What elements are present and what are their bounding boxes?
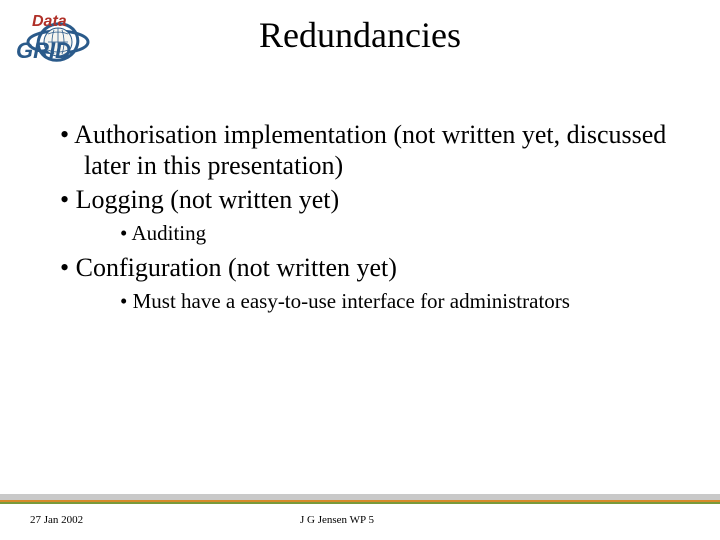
footer-divider	[0, 494, 720, 504]
bullet-authorisation: Authorisation implementation (not writte…	[60, 120, 680, 181]
slide-content: Authorisation implementation (not writte…	[60, 120, 680, 321]
bullet-auditing: Auditing	[120, 220, 680, 247]
footer-date: 27 Jan 2002	[30, 514, 83, 526]
bullet-configuration: Configuration (not written yet)	[60, 253, 680, 284]
bullet-admin-interface: Must have a easy-to-use interface for ad…	[120, 288, 680, 315]
footer-author: J G Jensen WP 5	[300, 514, 374, 526]
slide-title: Redundancies	[0, 14, 720, 56]
bullet-logging: Logging (not written yet)	[60, 185, 680, 216]
